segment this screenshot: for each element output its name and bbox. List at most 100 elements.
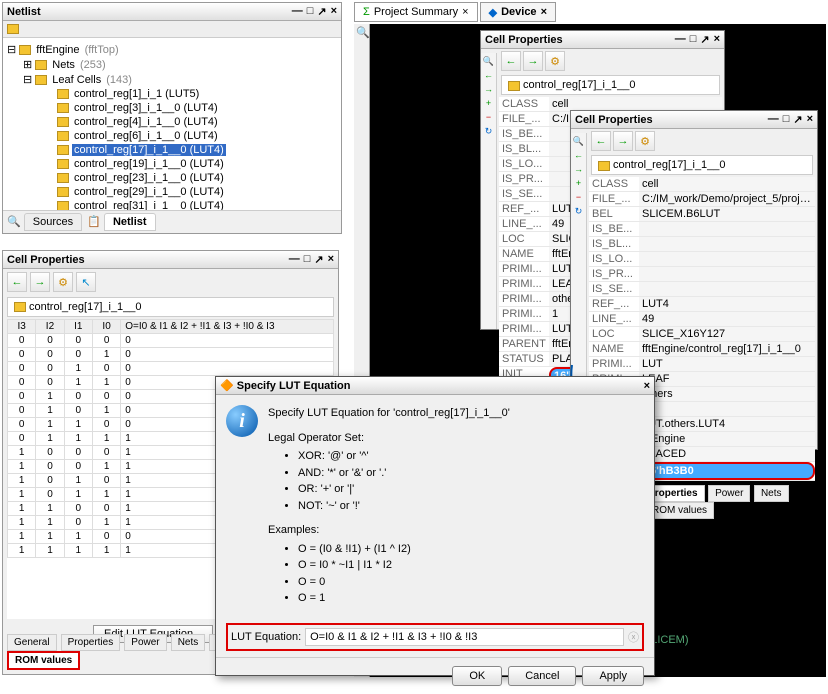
maximize-icon[interactable]: □: [690, 33, 697, 46]
tab-sources[interactable]: Sources: [24, 213, 82, 231]
property-row: BELSLICEM.B6LUT: [589, 207, 815, 222]
tab-device[interactable]: ◆Device×: [480, 2, 556, 22]
tab-power[interactable]: Power: [124, 634, 166, 651]
tree-cell-item[interactable]: control_reg[1]_i_1 (LUT5): [5, 87, 339, 101]
search-icon[interactable]: 🔍: [7, 216, 21, 228]
refresh-icon[interactable]: ↻: [573, 205, 585, 217]
forward-button[interactable]: →: [30, 272, 50, 292]
tab-power[interactable]: Power: [708, 485, 750, 502]
forward-button[interactable]: →: [613, 131, 633, 151]
back-icon[interactable]: ←: [573, 149, 585, 161]
tab-project-summary[interactable]: ΣProject Summary×: [354, 2, 478, 22]
cell-icon: [57, 187, 69, 197]
tree-cell-item[interactable]: control_reg[3]_i_1__0 (LUT4): [5, 101, 339, 115]
netlist-tree[interactable]: ⊟ fftEngine (fftTop) ⊞ Nets (253) ⊟ Leaf…: [3, 38, 341, 218]
forward-icon[interactable]: →: [483, 83, 495, 95]
tree-cell-item[interactable]: control_reg[29]_i_1__0 (LUT4): [5, 185, 339, 199]
goto-button[interactable]: ⚙: [545, 51, 565, 71]
popup1-cell-name: control_reg[17]_i_1__0: [523, 79, 636, 91]
property-row: IS_BE...: [589, 222, 815, 237]
minimize-icon[interactable]: —: [292, 5, 303, 18]
minimize-icon[interactable]: —: [289, 253, 300, 266]
example-item: O = I0 * ~I1 | I1 * I2: [298, 557, 510, 574]
property-row: IS_BL...: [589, 237, 815, 252]
col-i0: I0: [92, 320, 120, 334]
property-row: IS_PR...: [589, 267, 815, 282]
close-icon[interactable]: ×: [331, 5, 337, 18]
add-icon[interactable]: +: [573, 177, 585, 189]
pin-icon[interactable]: ↗: [314, 253, 323, 266]
tab-nets[interactable]: Nets: [171, 634, 206, 651]
tree-cell-item[interactable]: control_reg[17]_i_1__0 (LUT4): [5, 143, 339, 157]
list-icon[interactable]: 📋: [87, 216, 101, 228]
tree-root[interactable]: fftEngine: [34, 44, 81, 56]
search-icon[interactable]: 🔍: [483, 55, 495, 67]
maximize-icon[interactable]: □: [304, 253, 311, 266]
close-icon[interactable]: ×: [644, 380, 650, 392]
property-row: CLASScell: [589, 177, 815, 192]
tab-rom-values[interactable]: ROM values: [7, 651, 80, 670]
tree-cell-item[interactable]: control_reg[6]_i_1__0 (LUT4): [5, 129, 339, 143]
tree-cell-item[interactable]: control_reg[4]_i_1__0 (LUT4): [5, 115, 339, 129]
tree-cell-item[interactable]: control_reg[19]_i_1__0 (LUT4): [5, 157, 339, 171]
property-row: PRIMI...LUT: [589, 357, 815, 372]
back-button[interactable]: ←: [591, 131, 611, 151]
search-icon[interactable]: 🔍: [573, 135, 585, 147]
tab-properties[interactable]: Properties: [61, 634, 121, 651]
zoom-icon[interactable]: 🔍: [354, 24, 369, 41]
close-icon[interactable]: ×: [807, 113, 813, 126]
tab-nets[interactable]: Nets: [754, 485, 789, 502]
close-icon[interactable]: ×: [328, 253, 334, 266]
module-icon: [19, 45, 31, 55]
tree-nets[interactable]: Nets: [50, 59, 77, 71]
delete-icon[interactable]: −: [573, 191, 585, 203]
minimize-icon[interactable]: —: [768, 113, 779, 126]
back-button[interactable]: ←: [501, 51, 521, 71]
clear-icon[interactable]: ⓧ: [628, 629, 639, 645]
cell-icon: [57, 117, 69, 127]
tree-leafcells[interactable]: Leaf Cells: [50, 74, 103, 86]
close-icon[interactable]: ×: [714, 33, 720, 46]
goto-button[interactable]: ⚙: [53, 272, 73, 292]
folder-icon: [35, 60, 47, 70]
ok-button[interactable]: OK: [452, 666, 502, 686]
cell-icon: [598, 161, 610, 171]
cancel-button[interactable]: Cancel: [508, 666, 576, 686]
back-icon[interactable]: ←: [483, 69, 495, 81]
maximize-icon[interactable]: □: [783, 113, 790, 126]
operator-item: XOR: '@' or '^': [298, 448, 510, 465]
property-row: IS_SE...: [589, 282, 815, 297]
netlist-panel: Netlist — □ ↗ × ⊟ fftEngine (fftTop) ⊞ N…: [2, 2, 342, 234]
forward-icon[interactable]: →: [573, 163, 585, 175]
example-item: O = (I0 & !I1) + (I1 ^ I2): [298, 541, 510, 558]
tab-general[interactable]: General: [7, 634, 57, 651]
pin-icon[interactable]: ↗: [793, 113, 802, 126]
refresh-icon[interactable]: ↻: [483, 125, 495, 137]
property-row: REF_...LUT4: [589, 297, 815, 312]
maximize-icon[interactable]: □: [307, 5, 314, 18]
tree-cell-item[interactable]: control_reg[23]_i_1__0 (LUT4): [5, 171, 339, 185]
apply-button[interactable]: Apply: [582, 666, 644, 686]
tab-netlist[interactable]: Netlist: [104, 213, 156, 231]
cell-icon: [57, 159, 69, 169]
close-icon[interactable]: ×: [462, 6, 468, 18]
minimize-icon[interactable]: —: [675, 33, 686, 46]
back-button[interactable]: ←: [7, 272, 27, 292]
operator-item: NOT: '~' or '!': [298, 498, 510, 515]
pin-icon[interactable]: ↗: [317, 5, 326, 18]
popup2-title: Cell Properties: [575, 114, 653, 126]
rom-row: 00010: [8, 348, 334, 362]
cell-icon: [14, 302, 26, 312]
dialog-heading: Specify LUT Equation for 'control_reg[17…: [268, 405, 510, 422]
property-row: LINE_...49: [589, 312, 815, 327]
select-button[interactable]: ↖: [76, 272, 96, 292]
goto-button[interactable]: ⚙: [635, 131, 655, 151]
add-icon[interactable]: +: [483, 97, 495, 109]
delete-icon[interactable]: −: [483, 111, 495, 123]
tab-rom-values[interactable]: ROM values: [645, 502, 714, 519]
forward-button[interactable]: →: [523, 51, 543, 71]
lut-equation-input[interactable]: [305, 628, 624, 646]
pin-icon[interactable]: ↗: [700, 33, 709, 46]
close-icon[interactable]: ×: [541, 6, 547, 18]
property-row: NAMEfftEngine/control_reg[17]_i_1__0: [589, 342, 815, 357]
